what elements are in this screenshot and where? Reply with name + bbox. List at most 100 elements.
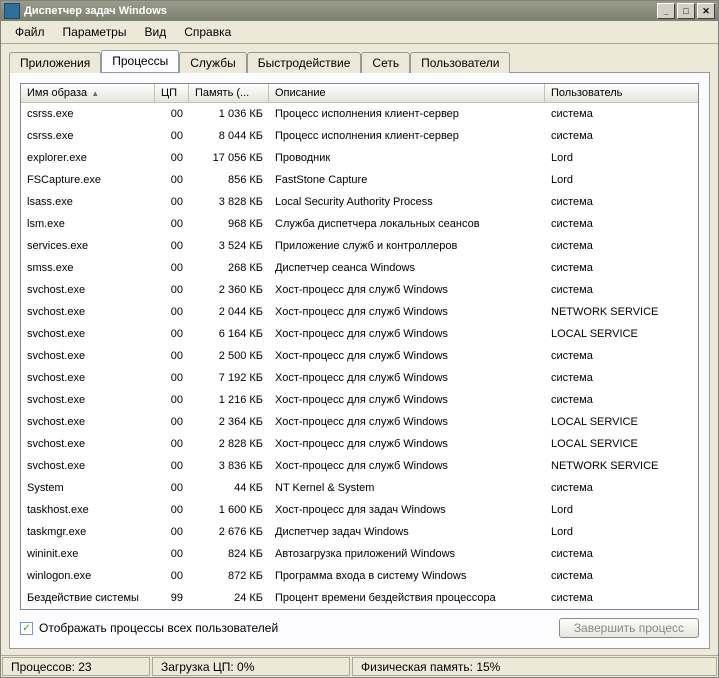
sort-asc-icon: ▲	[91, 89, 99, 98]
cell-user: LOCAL SERVICE	[545, 438, 682, 450]
menu-view[interactable]: Вид	[136, 23, 174, 41]
cell-image: csrss.exe	[21, 108, 155, 120]
table-row[interactable]: svchost.exe002 828 КБХост-процесс для сл…	[21, 433, 698, 455]
maximize-button[interactable]: □	[677, 3, 695, 19]
cell-cpu: 00	[155, 240, 189, 252]
table-row[interactable]: svchost.exe002 044 КБХост-процесс для сл…	[21, 301, 698, 323]
table-row[interactable]: svchost.exe003 836 КБХост-процесс для сл…	[21, 455, 698, 477]
column-header-cpu[interactable]: ЦП	[155, 84, 189, 102]
table-row[interactable]: svchost.exe002 500 КБХост-процесс для сл…	[21, 345, 698, 367]
table-row[interactable]: lsm.exe00968 КБСлужба диспетчера локальн…	[21, 213, 698, 235]
cell-image: FSCapture.exe	[21, 174, 155, 186]
table-row[interactable]: svchost.exe002 364 КБХост-процесс для сл…	[21, 411, 698, 433]
table-row[interactable]: lsass.exe003 828 КБLocal Security Author…	[21, 191, 698, 213]
cell-memory: 7 192 КБ	[189, 372, 269, 384]
cell-image: svchost.exe	[21, 460, 155, 472]
cell-cpu: 00	[155, 482, 189, 494]
table-row[interactable]: svchost.exe006 164 КБХост-процесс для сл…	[21, 323, 698, 345]
table-row[interactable]: winlogon.exe00872 КБПрограмма входа в си…	[21, 565, 698, 587]
cell-description: Процесс исполнения клиент-сервер	[269, 130, 545, 142]
column-header-image-label: Имя образа	[27, 87, 87, 99]
tab-bar: Приложения Процессы Службы Быстродействи…	[1, 44, 718, 72]
close-button[interactable]: ✕	[697, 3, 715, 19]
table-row[interactable]: svchost.exe007 192 КБХост-процесс для сл…	[21, 367, 698, 389]
tab-processes[interactable]: Процессы	[101, 50, 179, 72]
table-row[interactable]: explorer.exe0017 056 КБПроводникLord	[21, 147, 698, 169]
cell-image: svchost.exe	[21, 438, 155, 450]
cell-memory: 24 КБ	[189, 592, 269, 604]
cell-user: система	[545, 592, 682, 604]
cell-image: svchost.exe	[21, 416, 155, 428]
status-process-count: Процессов: 23	[2, 657, 150, 676]
cell-cpu: 00	[155, 152, 189, 164]
minimize-button[interactable]: _	[657, 3, 675, 19]
checkbox-check-icon: ✓	[20, 622, 33, 635]
column-header-user[interactable]: Пользователь	[545, 84, 682, 102]
titlebar[interactable]: Диспетчер задач Windows _ □ ✕	[1, 1, 718, 21]
menubar: Файл Параметры Вид Справка	[1, 21, 718, 44]
cell-description: Хост-процесс для служб Windows	[269, 350, 545, 362]
tab-applications[interactable]: Приложения	[9, 52, 101, 73]
table-row[interactable]: svchost.exe001 216 КБХост-процесс для сл…	[21, 389, 698, 411]
tab-networking[interactable]: Сеть	[361, 52, 410, 73]
cell-image: svchost.exe	[21, 306, 155, 318]
cell-memory: 268 КБ	[189, 262, 269, 274]
task-manager-window: Диспетчер задач Windows _ □ ✕ Файл Парам…	[0, 0, 719, 678]
table-row[interactable]: csrss.exe001 036 КБПроцесс исполнения кл…	[21, 103, 698, 125]
table-row[interactable]: taskmgr.exe002 676 КБДиспетчер задач Win…	[21, 521, 698, 543]
statusbar: Процессов: 23 Загрузка ЦП: 0% Физическая…	[1, 655, 718, 677]
table-row[interactable]: FSCapture.exe00856 КБFastStone CaptureLo…	[21, 169, 698, 191]
column-header-description[interactable]: Описание	[269, 84, 545, 102]
table-row[interactable]: smss.exe00268 КБДиспетчер сеанса Windows…	[21, 257, 698, 279]
column-header-image[interactable]: Имя образа ▲	[21, 84, 155, 102]
table-row[interactable]: csrss.exe008 044 КБПроцесс исполнения кл…	[21, 125, 698, 147]
cell-image: lsm.exe	[21, 218, 155, 230]
menu-help[interactable]: Справка	[176, 23, 239, 41]
cell-memory: 6 164 КБ	[189, 328, 269, 340]
cell-cpu: 00	[155, 438, 189, 450]
show-all-users-checkbox[interactable]: ✓ Отображать процессы всех пользователей	[20, 621, 278, 635]
cell-user: система	[545, 394, 682, 406]
cell-image: services.exe	[21, 240, 155, 252]
table-row[interactable]: Бездействие системы9924 КБПроцент времен…	[21, 587, 698, 609]
cell-user: система	[545, 130, 682, 142]
cell-cpu: 00	[155, 196, 189, 208]
cell-description: Хост-процесс для служб Windows	[269, 460, 545, 472]
menu-options[interactable]: Параметры	[55, 23, 135, 41]
cell-cpu: 99	[155, 592, 189, 604]
cell-cpu: 00	[155, 284, 189, 296]
column-header-memory[interactable]: Память (...	[189, 84, 269, 102]
cell-user: Lord	[545, 174, 682, 186]
cell-memory: 3 524 КБ	[189, 240, 269, 252]
cell-memory: 2 044 КБ	[189, 306, 269, 318]
cell-user: система	[545, 240, 682, 252]
cell-description: Диспетчер сеанса Windows	[269, 262, 545, 274]
cell-cpu: 00	[155, 504, 189, 516]
cell-image: svchost.exe	[21, 328, 155, 340]
tab-services[interactable]: Службы	[179, 52, 246, 73]
listview-header: Имя образа ▲ ЦП Память (... Описание Пол…	[21, 84, 698, 103]
table-row[interactable]: services.exe003 524 КБПриложение служб и…	[21, 235, 698, 257]
cell-description: NT Kernel & System	[269, 482, 545, 494]
table-row[interactable]: wininit.exe00824 КБАвтозагрузка приложен…	[21, 543, 698, 565]
cell-memory: 2 828 КБ	[189, 438, 269, 450]
table-row[interactable]: svchost.exe002 360 КБХост-процесс для сл…	[21, 279, 698, 301]
cell-description: Процесс исполнения клиент-сервер	[269, 108, 545, 120]
tab-users[interactable]: Пользователи	[410, 52, 510, 73]
cell-image: lsass.exe	[21, 196, 155, 208]
cell-cpu: 00	[155, 526, 189, 538]
status-cpu-usage: Загрузка ЦП: 0%	[152, 657, 350, 676]
cell-cpu: 00	[155, 218, 189, 230]
tab-performance[interactable]: Быстродействие	[247, 52, 362, 73]
table-row[interactable]: taskhost.exe001 600 КБХост-процесс для з…	[21, 499, 698, 521]
cell-cpu: 00	[155, 372, 189, 384]
listview-body[interactable]: csrss.exe001 036 КБПроцесс исполнения кл…	[21, 103, 698, 609]
cell-user: Lord	[545, 152, 682, 164]
cell-memory: 44 КБ	[189, 482, 269, 494]
menu-file[interactable]: Файл	[7, 23, 53, 41]
table-row[interactable]: System0044 КБNT Kernel & Systemсистема	[21, 477, 698, 499]
cell-image: explorer.exe	[21, 152, 155, 164]
cell-image: Бездействие системы	[21, 592, 155, 604]
end-process-button[interactable]: Завершить процесс	[559, 618, 699, 638]
cell-user: система	[545, 284, 682, 296]
